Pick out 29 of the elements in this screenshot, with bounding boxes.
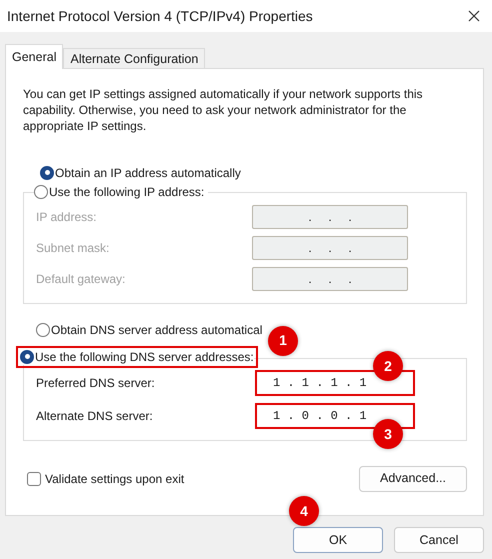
radio-button[interactable] — [36, 322, 50, 336]
radio-label[interactable]: Use the following DNS server addresses: — [35, 348, 254, 364]
field-label: Alternate DNS server: — [36, 408, 153, 425]
tab[interactable]: General — [5, 44, 64, 69]
field-label: IP address: — [36, 209, 96, 226]
advanced-button[interactable]: Advanced... — [359, 466, 467, 492]
callout-badge: 2 — [373, 351, 403, 381]
field-label: Preferred DNS server: — [36, 375, 155, 392]
radio-button[interactable] — [34, 184, 48, 198]
radio-label[interactable]: Obtain an IP address automatically — [55, 164, 241, 180]
callout-badge: 3 — [373, 419, 403, 449]
tab[interactable]: Alternate Configuration — [63, 48, 206, 68]
window-title: Internet Protocol Version 4 (TCP/IPv4) Properties — [7, 6, 313, 26]
ip-address-field: . . . — [252, 267, 408, 291]
close-icon[interactable] — [468, 10, 480, 22]
cancel-button[interactable]: Cancel — [394, 527, 484, 553]
description-text: You can get IP settings assigned automatically if your network supports this capability. Otherwise, you need to ask your network administrator for the appropriate IP settings. — [23, 86, 424, 134]
checkbox-label[interactable]: Validate settings upon exit — [45, 470, 184, 488]
ok-button[interactable]: OK — [293, 527, 383, 553]
checkbox[interactable] — [27, 472, 41, 486]
field-label: Default gateway: — [36, 271, 126, 288]
ip-address-field: . . . — [252, 236, 408, 260]
ip-address-field: . . . — [252, 205, 408, 229]
radio-button[interactable] — [20, 350, 34, 364]
callout-badge: 1 — [268, 326, 298, 356]
field-label: Subnet mask: — [36, 240, 110, 257]
radio-button[interactable] — [40, 166, 54, 180]
radio-label[interactable]: Obtain DNS server address automatical — [51, 322, 262, 338]
radio-label[interactable]: Use the following IP address: — [49, 184, 204, 200]
